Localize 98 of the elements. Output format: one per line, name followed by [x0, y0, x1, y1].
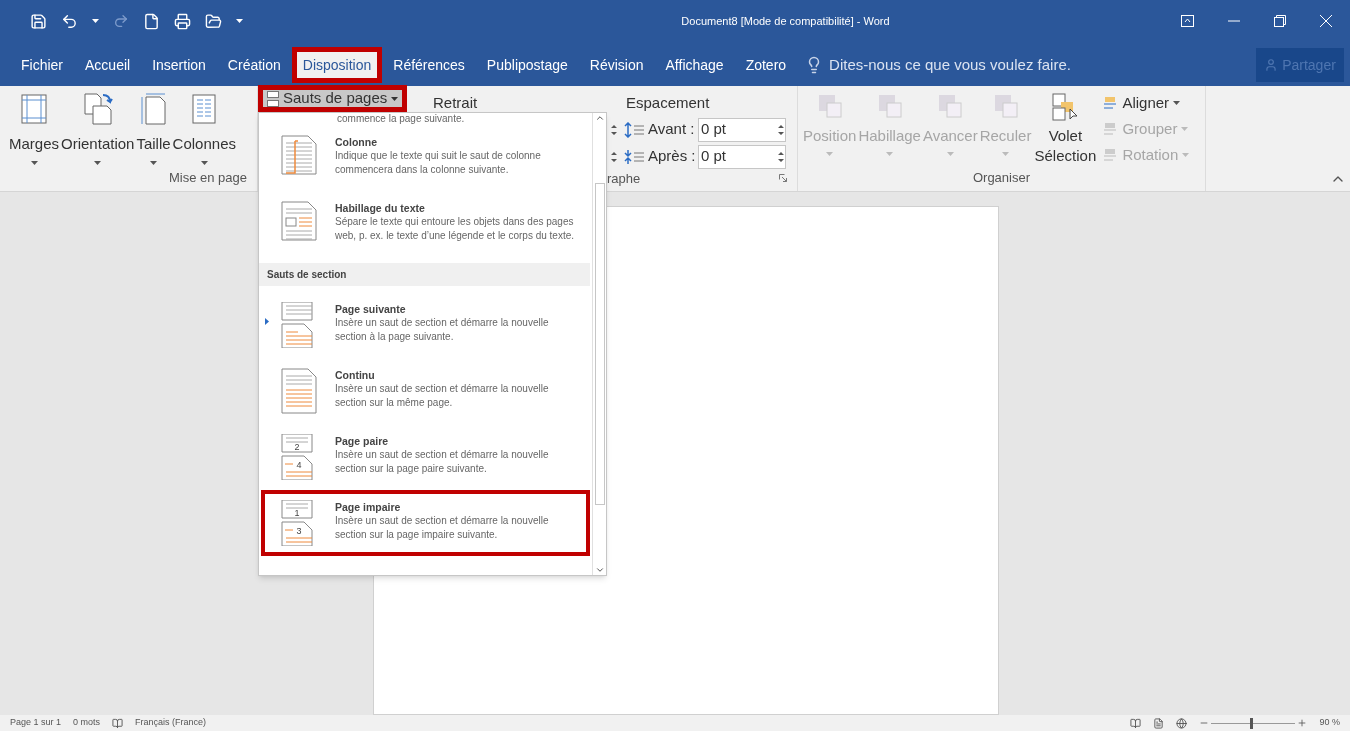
menu-item-description: Insère un saut de section et démarre la nouvelle section sur la page impaire suivante.	[335, 514, 550, 542]
ribbon-small-button[interactable]: Aligner	[1102, 92, 1190, 114]
arrange-small-icon	[1102, 121, 1119, 137]
caret-icon	[826, 152, 834, 156]
page-break-icon	[267, 90, 279, 107]
menu-item[interactable]: Habillage du texte Sépare le texte qui entoure les objets dans des pages web, p. ex. le texte d’une légende et le corps du texte.	[261, 191, 590, 257]
menu-item[interactable]: Continu Insère un saut de section et démarre la nouvelle section sur la même page.	[261, 358, 590, 424]
caret-icon	[1173, 101, 1181, 105]
caret-icon	[1002, 152, 1010, 156]
language[interactable]: Français (France)	[135, 716, 207, 730]
caret-icon	[1181, 127, 1189, 131]
menu-item-title: Habillage du texte	[335, 201, 426, 215]
caret-icon	[200, 161, 208, 165]
ribbon-tab[interactable]: Zotero	[734, 47, 798, 83]
column-break-icon	[281, 135, 319, 177]
caret-icon	[391, 96, 399, 101]
ribbon-tab[interactable]: Références	[382, 47, 476, 83]
ribbon-tab[interactable]: Affichage	[654, 47, 735, 83]
caret-icon	[886, 152, 894, 156]
caret-icon	[150, 161, 157, 165]
page-count[interactable]: Page 1 sur 1	[10, 716, 62, 730]
arrange-small-icon	[1102, 95, 1119, 111]
menu-item-description: commence la page suivante.	[336, 113, 466, 125]
menu-item-title: Page impaire	[335, 500, 402, 514]
spacing-label: Avant :	[648, 119, 696, 140]
spacing-field[interactable]: 0 pt	[698, 144, 786, 169]
caret-icon	[30, 161, 38, 165]
ribbon-tab[interactable]: Publipostage	[475, 47, 579, 83]
proofing-icon[interactable]	[112, 717, 124, 729]
ribbon-tab[interactable]: Accueil	[74, 47, 142, 83]
ribbon-tab[interactable]: Disposition	[291, 47, 383, 83]
ribbon-button[interactable]: Taille	[135, 92, 172, 165]
caret-icon	[94, 161, 102, 165]
word-count[interactable]: 0 mots	[73, 716, 101, 730]
ribbon-button[interactable]: Marges	[8, 92, 61, 165]
page-breaks-button[interactable]: Sauts de pages	[258, 85, 408, 112]
caret-icon	[1182, 153, 1190, 157]
ribbon-tab[interactable]: Insertion	[141, 47, 217, 83]
ribbon-tab[interactable]: Révision	[578, 47, 655, 83]
scroll-down-icon[interactable]	[594, 565, 605, 575]
menu-item[interactable]: 1 3 Page impaire Insère un saut de section et démarre la nouvelle section sur la page impaire suivante.	[261, 490, 590, 556]
redo-icon[interactable]	[113, 13, 129, 29]
ribbon-button[interactable]: Colonnes	[171, 92, 237, 165]
continuous-break-icon	[281, 368, 319, 414]
customize-caret-icon	[236, 19, 243, 23]
menu-section-heading: Sauts de section	[259, 263, 590, 286]
dialog-launcher-icon[interactable]	[779, 174, 787, 183]
text-wrap-icon	[281, 201, 319, 243]
page-size-icon	[138, 92, 169, 126]
menu-item-title: Page suivante	[335, 302, 407, 316]
open-folder-icon[interactable]	[205, 12, 222, 30]
zoom-slider-thumb[interactable]	[1250, 717, 1254, 729]
menu-item-description: Insère un saut de section et démarre la nouvelle section sur la même page.	[335, 382, 550, 410]
spacing-label: Après :	[648, 146, 697, 167]
menu-item-title: Continu	[335, 368, 376, 382]
group-label: Organiser	[972, 168, 1031, 187]
restore-icon[interactable]	[1274, 15, 1286, 27]
menu-item-title: Colonne	[335, 135, 378, 149]
margins-icon	[19, 92, 49, 126]
spacing-heading: Espacement	[626, 93, 710, 113]
menu-item-title: Page paire	[335, 434, 390, 448]
zoom-in-icon[interactable]	[1297, 718, 1308, 728]
ribbon-tab[interactable]: Fichier	[10, 47, 74, 83]
spacing-icon	[624, 148, 646, 165]
scrollbar[interactable]	[592, 113, 606, 575]
ribbon-button[interactable]: Volet Sélection	[1032, 92, 1099, 166]
caret-icon	[946, 152, 954, 156]
new-document-icon[interactable]	[143, 12, 160, 30]
scroll-up-icon[interactable]	[594, 113, 605, 123]
group-label: Mise en page	[168, 168, 248, 187]
print-icon[interactable]	[174, 12, 191, 30]
ribbon-display-icon[interactable]	[1181, 15, 1194, 27]
ribbon-tab[interactable]: Création	[216, 47, 292, 83]
undo-icon[interactable]	[61, 12, 78, 30]
menu-item[interactable]: 2 4 Page paire Insère un saut de section et démarre la nouvelle section sur la page paire suivante.	[261, 424, 590, 490]
save-icon[interactable]	[30, 12, 47, 30]
window-title: Document8 [Mode de compatibilité] - Word	[681, 13, 890, 29]
spacing-field[interactable]: 0 pt	[698, 117, 786, 142]
menu-item[interactable]: Page suivante Insère un saut de section et démarre la nouvelle section à la page suivante.	[261, 292, 590, 358]
person-icon	[1264, 58, 1279, 72]
arrange-small-icon	[1102, 147, 1119, 163]
group-label: raphe	[607, 169, 641, 188]
menu-item-description: Insère un saut de section et démarre la nouvelle section sur la page paire suivante.	[335, 448, 550, 476]
indent-heading: Retrait	[433, 93, 479, 113]
menu-item[interactable]: Colonne Indique que le texte qui suit le saut de colonne commencera dans la colonne suivante.	[261, 125, 590, 191]
orientation-icon	[82, 92, 113, 126]
undo-caret-icon	[92, 19, 99, 23]
print-layout-icon[interactable]	[1153, 717, 1165, 729]
spacing-icon	[624, 121, 646, 138]
menu-item-description: Sépare le texte qui entoure les objets dans des pages web, p. ex. le texte d’une légende et le corps du texte.	[335, 215, 575, 243]
web-layout-icon[interactable]	[1176, 717, 1188, 729]
menu-item-description: Indique que le texte qui suit le saut de colonne commencera dans la colonne suivante.	[335, 149, 542, 177]
menu-item-description: Insère un saut de section et démarre la nouvelle section à la page suivante.	[335, 316, 550, 344]
read-mode-icon[interactable]	[1130, 717, 1142, 729]
zoom-level[interactable]: 90 %	[1319, 716, 1340, 730]
close-icon[interactable]	[1320, 15, 1332, 27]
tell-me-field[interactable]: Dites-nous ce que vous voulez faire.	[829, 53, 1130, 77]
ribbon-button[interactable]: Orientation	[60, 92, 136, 165]
